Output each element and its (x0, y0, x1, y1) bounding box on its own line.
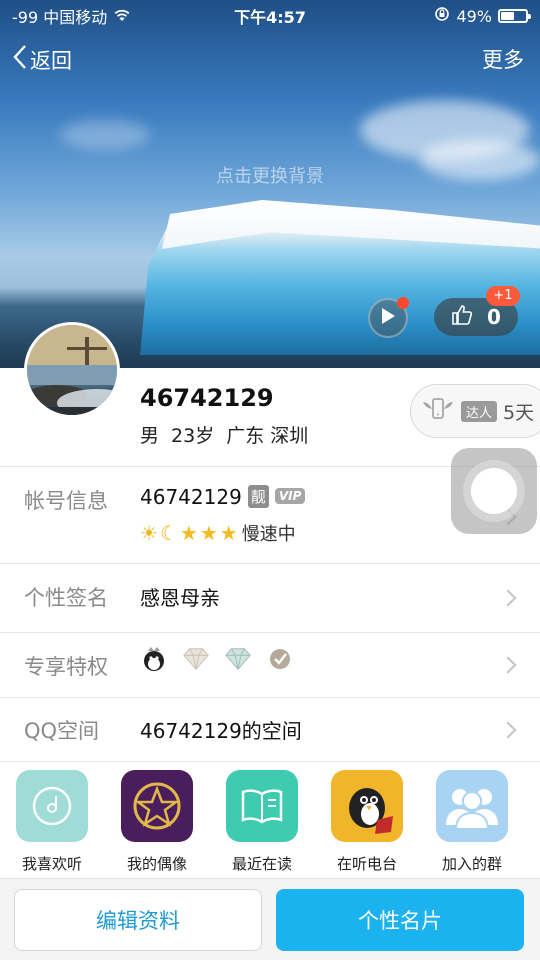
group-people-icon (436, 770, 508, 842)
app-label: 我的偶像 (126, 855, 187, 873)
privileges-label: 专享特权 (24, 655, 108, 679)
app-my-idol[interactable]: 我的偶像 (121, 770, 193, 882)
edit-profile-button[interactable]: 编辑资料 (14, 889, 262, 951)
location-text: 广东 深圳 (226, 421, 308, 448)
chevron-right-icon (499, 589, 517, 607)
app-shortcuts: 我喜欢听 我的偶像 最近在读 在听电台 加入的群 (0, 770, 540, 882)
play-icon (380, 307, 396, 329)
clock-text: 下午4:57 (234, 8, 306, 27)
daren-days: 5天 (503, 401, 535, 424)
province-text: 广东 (226, 425, 265, 447)
star-level-icon: ★ (179, 521, 198, 545)
profile-cover[interactable]: -99 中国移动 下午4:57 49% 返回 更多 点击更换背景 0 +1 (0, 0, 540, 368)
signature-label: 个性签名 (24, 586, 108, 610)
qzone-value: 46742129的空间 (140, 719, 302, 743)
silver-diamond-icon (182, 645, 210, 673)
qzone-label: QQ空间 (24, 719, 100, 743)
check-medal-icon (266, 645, 294, 673)
account-number: 46742129 (140, 485, 242, 509)
thumbs-up-icon (451, 304, 473, 331)
avatar-image (27, 325, 117, 415)
assistive-touch-button[interactable] (451, 448, 537, 534)
vip-tag: VIP (274, 488, 306, 504)
account-info-label: 帐号信息 (24, 489, 108, 513)
app-joined-groups[interactable]: 加入的群 (436, 770, 508, 882)
star-idol-icon (121, 770, 193, 842)
chevron-left-icon (12, 44, 28, 75)
avatar[interactable] (24, 322, 120, 418)
app-radio[interactable]: 在听电台 (331, 770, 403, 882)
chevron-right-icon (499, 656, 517, 674)
moon-level-icon: ☾ (159, 521, 178, 545)
back-button[interactable]: 返回 (12, 44, 72, 75)
star-level-icon: ★ (219, 521, 238, 545)
city-text: 深圳 (270, 425, 309, 447)
app-label: 在听电台 (336, 855, 397, 873)
sun-level-icon: ☀ (140, 521, 158, 545)
app-recent-reading[interactable]: 最近在读 (226, 770, 298, 882)
gender-text: 男 (140, 425, 160, 447)
app-label: 我喜欢听 (21, 855, 82, 873)
app-label: 加入的群 (441, 855, 502, 873)
star-level-icon: ★ (199, 521, 218, 545)
status-bar: -99 中国移动 下午4:57 49% (0, 0, 540, 32)
penguin-radio-icon (331, 770, 403, 842)
personal-card-button[interactable]: 个性名片 (276, 889, 524, 951)
like-count: 0 (487, 305, 501, 329)
privilege-icons (140, 645, 294, 673)
battery-level-fill (501, 12, 514, 20)
assistive-core (471, 468, 517, 514)
change-background-hint[interactable]: 点击更换背景 (0, 162, 540, 188)
music-disc-icon (16, 770, 88, 842)
open-book-icon (226, 770, 298, 842)
app-label: 最近在读 (231, 855, 292, 873)
play-button[interactable] (368, 297, 409, 338)
user-basic-info: 男 23岁 广东 深圳 (140, 421, 308, 448)
cloud-decoration (60, 120, 150, 150)
row-signature[interactable]: 个性签名 感恩母亲 (0, 563, 540, 632)
bottom-action-bar: 编辑资料 个性名片 (0, 878, 540, 960)
like-plus-badge: +1 (486, 286, 520, 306)
nav-bar: 返回 更多 (0, 40, 540, 80)
divider (0, 761, 540, 762)
account-info-value: 46742129 靓 VIP (140, 485, 306, 509)
nickname: 46742129 (140, 384, 274, 412)
penguin-crown-icon (140, 645, 168, 673)
daren-tag: 达人 (461, 400, 498, 422)
age-text: 23岁 (171, 425, 215, 447)
chevron-right-icon (499, 721, 517, 739)
qq-level: ☀ ☾ ★ ★ ★ 慢速中 (140, 520, 296, 546)
winged-phone-icon (421, 396, 455, 426)
liang-tag: 靓 (247, 485, 269, 508)
level-speed-text: 慢速中 (241, 524, 296, 545)
new-dot-badge (397, 297, 409, 309)
battery-icon (498, 9, 531, 23)
assistive-ring (463, 460, 525, 522)
daren-badge[interactable]: 达人 5天 (410, 384, 540, 438)
signature-value: 感恩母亲 (140, 586, 220, 610)
app-favorite-music[interactable]: 我喜欢听 (16, 770, 88, 882)
row-qzone[interactable]: QQ空间 46742129的空间 (0, 697, 540, 761)
teal-diamond-icon (224, 645, 252, 673)
back-label: 返回 (30, 48, 72, 73)
more-button[interactable]: 更多 (482, 44, 524, 74)
